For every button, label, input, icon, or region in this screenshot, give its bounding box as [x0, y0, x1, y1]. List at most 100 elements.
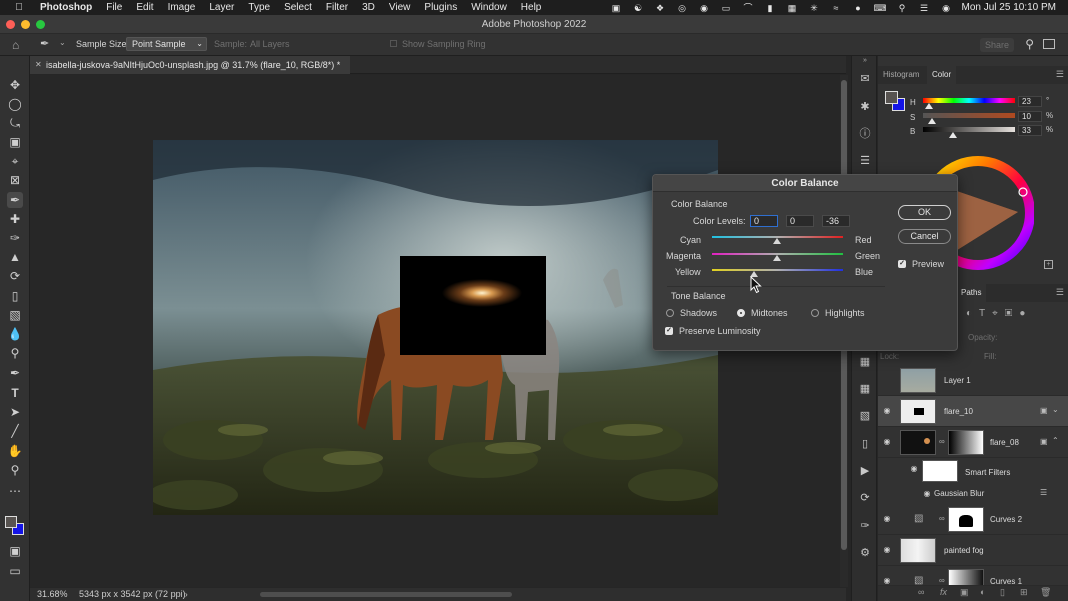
layer-name[interactable]: flare_10 — [944, 396, 973, 427]
marquee-tool-icon[interactable]: ◯ — [7, 96, 23, 112]
midtones-radio[interactable] — [737, 309, 745, 317]
layers-panel-menu-icon[interactable]: ☰ — [1056, 287, 1064, 298]
line-tool-icon[interactable]: ╱ — [7, 423, 23, 439]
hue-value[interactable]: 23 — [1018, 96, 1042, 107]
tab-paths[interactable]: Paths — [956, 284, 987, 302]
menu-help[interactable]: Help — [521, 2, 542, 13]
filter-type-icon[interactable]: T — [979, 308, 992, 319]
layer-name[interactable]: Layer 1 — [944, 365, 971, 396]
wifi-icon[interactable]: ≈ — [830, 3, 843, 13]
filter-shape-icon[interactable]: ⌖ — [992, 308, 1005, 319]
layer-row-flare-10[interactable]: ◉ flare_10 ▣ ⌄ — [878, 396, 1068, 427]
new-group-icon[interactable]: ▯ — [1000, 587, 1005, 598]
add-mask-icon[interactable]: ▣ — [960, 587, 969, 598]
status-chevron-icon[interactable]: › — [185, 588, 188, 601]
brightness-slider-thumb[interactable] — [949, 132, 958, 138]
navigator-icon[interactable]: ✱ — [858, 100, 872, 114]
chevron-down-icon[interactable]: ⌄ — [1052, 405, 1059, 414]
visibility-eye-icon[interactable]: ◉ — [882, 514, 892, 524]
eyedropper-preset-icon[interactable]: ✒ — [40, 37, 49, 50]
menu-app-name[interactable]: Photoshop — [40, 2, 92, 13]
screen-record-icon[interactable]: ▣ — [610, 3, 623, 13]
menu-image[interactable]: Image — [168, 2, 196, 13]
bookmark-icon[interactable]: ▮ — [764, 3, 777, 13]
brightness-slider[interactable] — [923, 127, 1015, 132]
blur-tool-icon[interactable]: 💧 — [7, 326, 23, 342]
menu-window[interactable]: Window — [471, 2, 507, 13]
layer-row-layer-1[interactable]: Layer 1 — [878, 365, 1068, 396]
search-icon[interactable]: ⚲ — [1025, 37, 1034, 51]
layer-name[interactable]: Curves 2 — [990, 504, 1022, 535]
menu-file[interactable]: File — [106, 2, 122, 13]
lasso-tool-icon[interactable]: ⤿ — [7, 115, 23, 131]
actions-icon[interactable]: ▶ — [858, 464, 872, 478]
more-tools-icon[interactable]: ⋯ — [7, 483, 23, 499]
cancel-button[interactable]: Cancel — [898, 229, 951, 244]
document-tab[interactable]: ✕ isabella-juskova-9aNItHjuOc0-unsplash.… — [30, 56, 351, 74]
crop-tool-icon[interactable]: ⌖ — [7, 153, 23, 169]
keyboard-icon[interactable]: ⌨ — [874, 3, 887, 13]
swatches-icon[interactable]: ▦ — [858, 355, 872, 369]
highlights-radio[interactable] — [811, 309, 819, 317]
color-panel-foreground-swatch[interactable] — [885, 91, 898, 104]
highlights-label[interactable]: Highlights — [825, 308, 865, 318]
brush-tool-icon[interactable]: ✑ — [7, 230, 23, 246]
saturation-slider-thumb[interactable] — [928, 118, 937, 124]
close-window-button[interactable] — [6, 20, 15, 29]
menu-select[interactable]: Select — [284, 2, 312, 13]
gradients-icon[interactable]: ▧ — [858, 409, 872, 423]
siri-icon[interactable]: ◉ — [940, 3, 953, 13]
tab-color[interactable]: Color — [927, 66, 957, 84]
layer-name[interactable]: flare_08 — [990, 427, 1019, 458]
close-tab-icon[interactable]: ✕ — [35, 56, 42, 74]
zoom-level[interactable]: 31.68% — [37, 588, 68, 601]
path-selection-tool-icon[interactable]: ➤ — [7, 404, 23, 420]
delete-layer-icon[interactable]: 🗑 — [1040, 587, 1051, 598]
preset-chevron-down-icon[interactable]: ⌄ — [59, 38, 66, 47]
patterns-icon[interactable]: ▦ — [858, 382, 872, 396]
layer-row-curves-1[interactable]: ◉ ▧ ∞ Curves 1 — [878, 566, 1068, 586]
type-tool-icon[interactable]: T — [7, 385, 23, 401]
visibility-eye-icon[interactable]: ◉ — [922, 489, 932, 499]
screen-mode-icon[interactable]: ▭ — [7, 563, 23, 579]
layer-row-flare-08[interactable]: ◉ ∞ flare_08 ▣ ⌃ — [878, 427, 1068, 458]
layer-name[interactable]: Curves 1 — [990, 566, 1022, 585]
object-selection-tool-icon[interactable]: ▣ — [7, 134, 23, 150]
saturation-value[interactable]: 10 — [1018, 111, 1042, 122]
adjustments-icon[interactable]: ☰ — [858, 154, 872, 168]
ok-button[interactable]: OK — [898, 205, 951, 220]
layer-name[interactable]: Smart Filters — [965, 458, 1010, 487]
foreground-color-swatch[interactable] — [5, 516, 17, 528]
zoom-window-button[interactable] — [36, 20, 45, 29]
preview-label[interactable]: Preview — [912, 259, 944, 269]
horizontal-scroll-thumb[interactable] — [260, 592, 512, 597]
zoom-tool-icon[interactable]: ⚲ — [7, 462, 23, 478]
info-icon[interactable]: ⓘ — [858, 127, 872, 141]
minimize-window-button[interactable] — [21, 20, 30, 29]
visibility-eye-icon[interactable]: ◉ — [909, 464, 919, 474]
filter-toggle-icon[interactable]: ● — [1019, 308, 1032, 319]
color-level-magenta-green-input[interactable]: 0 — [786, 215, 814, 227]
brightness-value[interactable]: 33 — [1018, 125, 1042, 136]
layer-row-painted-fog[interactable]: ◉ painted fog — [878, 535, 1068, 566]
filter-adjustment-icon[interactable]: ◐ — [966, 308, 979, 319]
control-center-icon[interactable]: ☰ — [918, 3, 931, 13]
hue-slider[interactable] — [923, 98, 1015, 103]
sample-select[interactable]: All Layers — [250, 39, 380, 49]
layer-row-smart-filters[interactable]: ◉ Smart Filters — [878, 458, 1068, 482]
add-style-icon[interactable]: fx — [940, 587, 947, 597]
workspace-icon[interactable] — [1043, 39, 1055, 49]
menu-datetime[interactable]: Mon Jul 25 10:10 PM — [962, 2, 1057, 13]
clone-stamp-tool-icon[interactable]: ▲ — [7, 249, 23, 265]
gradient-tool-icon[interactable]: ▧ — [7, 307, 23, 323]
menu-view[interactable]: View — [389, 2, 411, 13]
flare-layer-preview[interactable] — [400, 256, 546, 355]
layer-name[interactable]: painted fog — [944, 535, 984, 566]
show-sampling-ring-checkbox[interactable] — [390, 40, 397, 47]
menu-plugins[interactable]: Plugins — [424, 2, 457, 13]
preserve-luminosity-checkbox[interactable]: ✓ — [665, 327, 673, 335]
vpn-icon[interactable]: ◉ — [698, 3, 711, 13]
arc-icon[interactable]: ⌒ — [742, 3, 755, 13]
apple-menu-icon[interactable]:  — [12, 2, 26, 13]
menu-edit[interactable]: Edit — [136, 2, 153, 13]
